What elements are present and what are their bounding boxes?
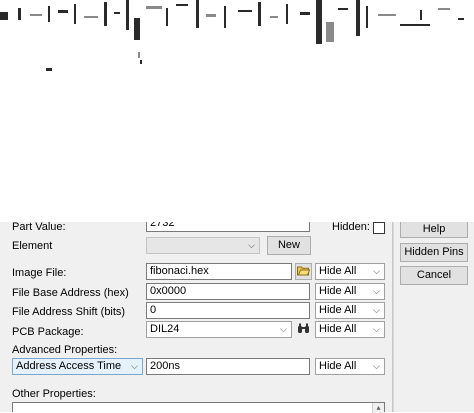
hidden-checkbox[interactable] bbox=[373, 222, 385, 234]
part-value-input[interactable]: 2732 bbox=[146, 222, 310, 232]
hidden-label: Hidden: bbox=[332, 221, 370, 233]
file-base-address-input[interactable]: 0x0000 bbox=[146, 283, 310, 300]
pcb-package-select[interactable]: DIL24 ⌵ bbox=[146, 321, 292, 338]
part-value-label: Part Value: bbox=[12, 221, 66, 233]
rendering-artifact-band bbox=[0, 0, 474, 48]
package-search-button[interactable] bbox=[295, 321, 312, 338]
element-label: Element bbox=[12, 240, 53, 252]
other-properties-textarea[interactable]: ▴ bbox=[12, 402, 385, 413]
advanced-property-value-input[interactable]: 200ns bbox=[146, 358, 310, 375]
advanced-property-select[interactable]: Address Access Time ⌵ bbox=[12, 358, 143, 375]
pcb-package-label: PCB Package: bbox=[12, 326, 84, 338]
chevron-down-icon: ⌵ bbox=[373, 286, 380, 296]
rendering-artifact-specks bbox=[0, 48, 474, 78]
chevron-down-icon: ⌵ bbox=[373, 324, 380, 334]
chevron-down-icon: ⌵ bbox=[373, 361, 380, 371]
file-address-shift-label: File Address Shift (bits) bbox=[12, 306, 126, 318]
file-address-shift-visibility-select[interactable]: Hide All ⌵ bbox=[315, 302, 385, 319]
chevron-down-icon: ⌵ bbox=[248, 240, 255, 250]
folder-open-icon bbox=[297, 265, 311, 279]
chevron-down-icon: ⌵ bbox=[373, 305, 380, 315]
image-file-label: Image File: bbox=[12, 267, 67, 279]
element-select[interactable]: ⌵ bbox=[146, 237, 260, 254]
new-element-button[interactable]: New bbox=[267, 236, 311, 255]
help-button[interactable]: Help bbox=[400, 222, 468, 238]
file-base-address-visibility-select[interactable]: Hide All ⌵ bbox=[315, 283, 385, 300]
chevron-down-icon: ⌵ bbox=[280, 324, 287, 334]
advanced-properties-label: Advanced Properties: bbox=[12, 344, 118, 356]
hidden-pins-button[interactable]: Hidden Pins bbox=[400, 243, 468, 262]
image-file-input[interactable]: fibonaci.hex bbox=[146, 263, 292, 280]
advanced-property-visibility-select[interactable]: Hide All ⌵ bbox=[315, 358, 385, 375]
image-file-visibility-select[interactable]: Hide All ⌵ bbox=[315, 263, 385, 280]
file-address-shift-input[interactable]: 0 bbox=[146, 302, 310, 319]
pcb-package-visibility-select[interactable]: Hide All ⌵ bbox=[315, 321, 385, 338]
cancel-button[interactable]: Cancel bbox=[400, 266, 468, 285]
other-properties-label: Other Properties: bbox=[12, 388, 96, 400]
chevron-down-icon: ⌵ bbox=[131, 361, 138, 371]
button-panel-separator bbox=[392, 222, 394, 412]
chevron-down-icon: ⌵ bbox=[373, 266, 380, 276]
binoculars-icon bbox=[297, 323, 310, 337]
file-base-address-label: File Base Address (hex) bbox=[12, 287, 129, 299]
browse-file-button[interactable] bbox=[295, 263, 312, 280]
